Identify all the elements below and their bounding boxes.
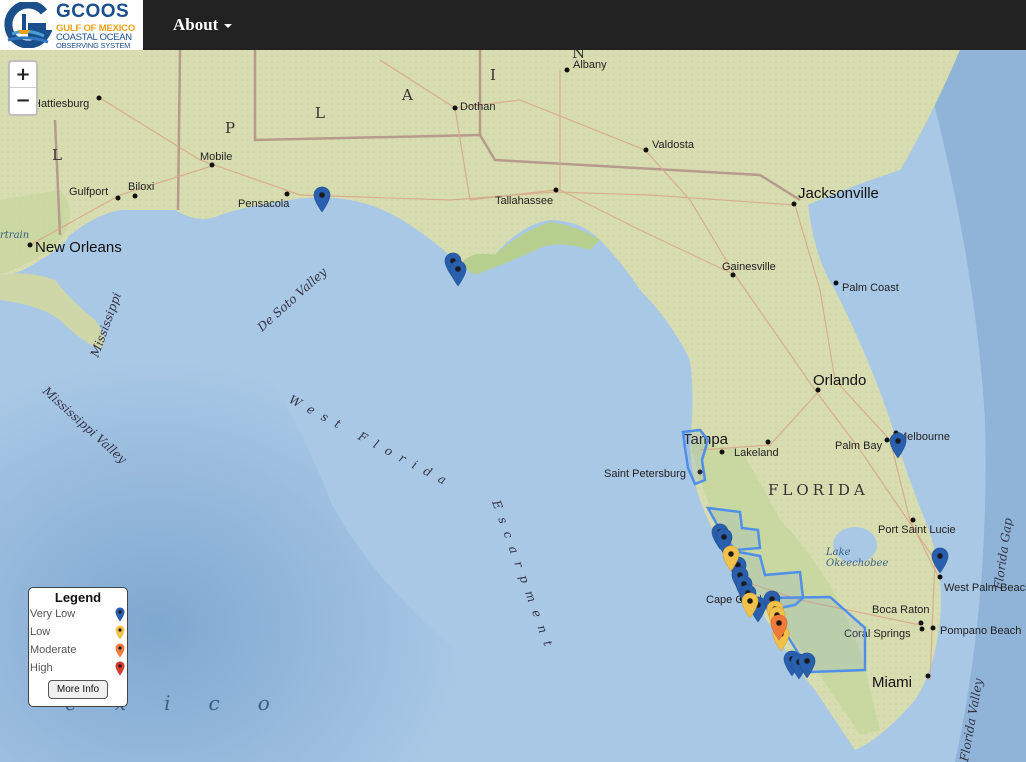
gcoos-logo-mark [4,2,52,48]
logo-subtitle-observing: OBSERVING SYSTEM [56,41,131,50]
caret-down-icon [224,24,233,29]
legend-label-very-low: Very Low [30,608,76,620]
gcoos-logo[interactable]: GCOOS GULF OF MEXICO COASTAL OCEAN OBSER… [0,0,143,50]
marker-icon-low [115,625,125,640]
legend-panel: Legend Very Low Low Moderate High More I… [28,587,128,707]
map-marker[interactable] [889,432,907,459]
marker-layer [313,186,949,680]
zoom-out-button[interactable]: − [10,88,36,114]
marker-icon-moderate [115,643,125,658]
legend-title: Legend [54,590,102,605]
about-menu[interactable]: About [173,15,233,35]
map-marker[interactable] [931,547,949,574]
map-marker[interactable] [313,186,331,213]
legend-label-low: Low [30,626,51,638]
top-navbar: GCOOS GULF OF MEXICO COASTAL OCEAN OBSER… [0,0,1026,50]
zoom-in-button[interactable]: + [10,62,36,88]
zoom-control: + − [8,60,38,116]
logo-title: GCOOS [56,1,130,22]
marker-group-very-low[interactable] [313,186,949,680]
legend-label-high: High [30,662,53,674]
legend-label-moderate: Moderate [30,644,77,656]
marker-icon-very-low [115,607,125,622]
map-marker[interactable] [449,260,467,287]
more-info-button[interactable]: More Info [48,680,108,699]
marker-icon-high [115,661,125,676]
about-label: About [173,15,219,34]
map-canvas[interactable]: FLORIDA N I A L P L De Soto Valley West … [0,50,1026,762]
